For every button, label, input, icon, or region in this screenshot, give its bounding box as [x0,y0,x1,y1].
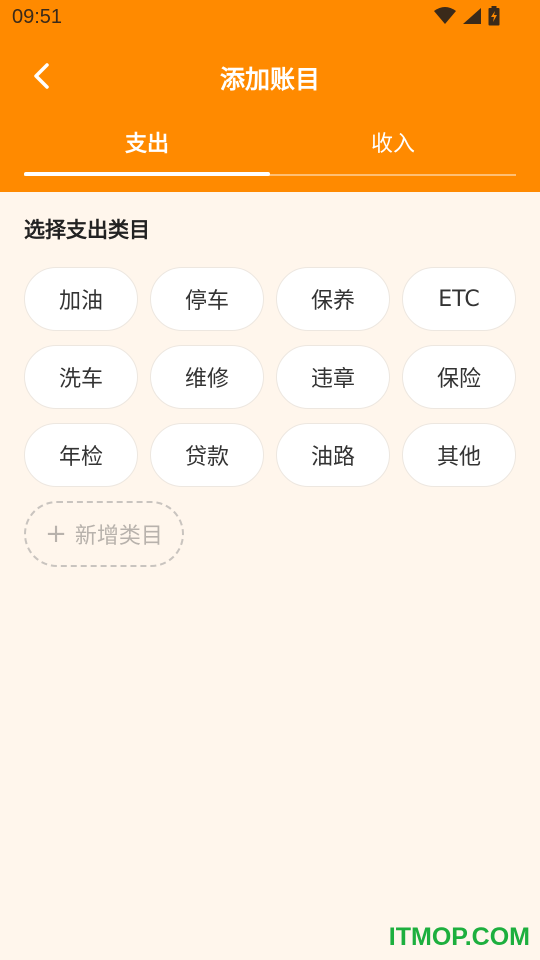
watermark-logo: ITMOP.COM [388,923,530,951]
category-grid: 加油 停车 保养 ETC 洗车 维修 违章 保险 年检 贷款 油路 其他 [24,267,516,487]
status-bar: 09:51 [0,0,540,36]
section-title: 选择支出类目 [24,218,150,242]
category-chip[interactable]: ETC [402,267,516,331]
title-bar: 添加账目 [0,46,540,110]
status-time: 09:51 [12,6,63,28]
header-bar: 09:51 添加账目 支出 收入 [0,0,540,192]
category-chip[interactable]: 停车 [150,267,264,331]
tab-income[interactable]: 收入 [270,118,516,174]
category-chip[interactable]: 维修 [150,345,264,409]
signal-icon [462,7,482,25]
plus-icon: + [45,519,67,549]
battery-charging-icon [488,6,500,26]
add-category-label: 新增类目 [74,524,163,549]
tab-bar: 支出 收入 [24,118,516,176]
category-chip[interactable]: 保养 [276,267,390,331]
tab-active-indicator [24,172,270,176]
category-chip[interactable]: 其他 [402,423,516,487]
category-chip[interactable]: 加油 [24,267,138,331]
add-category-button[interactable]: + 新增类目 [24,501,184,567]
tab-expense[interactable]: 支出 [24,118,270,174]
wifi-icon [434,7,456,25]
page-title: 添加账目 [219,65,320,94]
category-chip[interactable]: 油路 [276,423,390,487]
category-chip[interactable]: 年检 [24,423,138,487]
category-chip[interactable]: 贷款 [150,423,264,487]
category-chip[interactable]: 保险 [402,345,516,409]
status-icons [434,6,500,26]
category-chip[interactable]: 洗车 [24,345,138,409]
category-chip[interactable]: 违章 [276,345,390,409]
